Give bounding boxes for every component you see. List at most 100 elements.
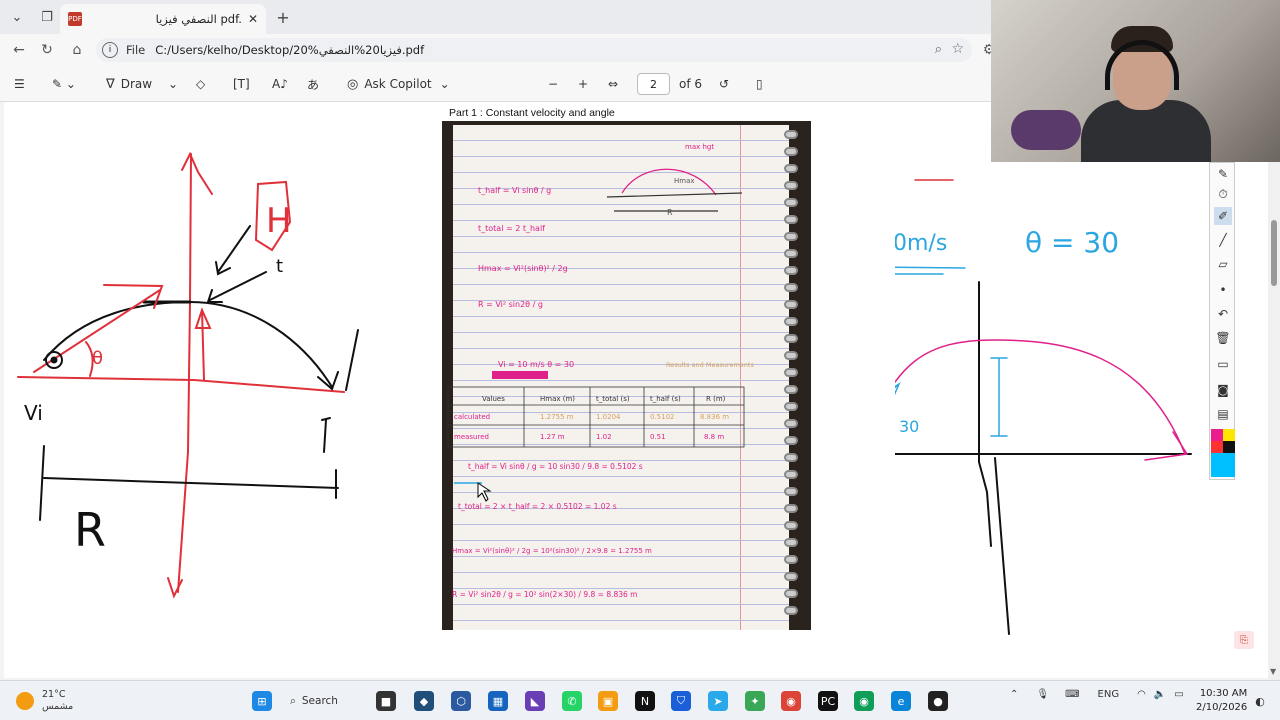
app-icon-7[interactable]: ✦	[745, 691, 765, 711]
eraser-tool-icon[interactable]: ▱	[1214, 255, 1232, 273]
visual-studio-icon[interactable]: ◣	[525, 691, 545, 711]
workspaces-icon[interactable]: ❐	[32, 2, 62, 32]
zoom-in-icon[interactable]: +	[578, 74, 588, 94]
highlight-icon[interactable]: ✎ ⌄	[52, 74, 76, 94]
left-page: H t θ Vi R	[4, 102, 372, 678]
tab-actions-chevron-icon[interactable]: ⌄	[2, 2, 32, 32]
draw-label: Draw	[120, 77, 153, 91]
page-total: of 6	[679, 77, 703, 91]
info-icon[interactable]: i	[102, 42, 118, 58]
color-pink-swatch[interactable]	[1211, 429, 1223, 441]
tab-pdf[interactable]: PDF النصفي فيزيا pdf. ✕	[60, 4, 266, 34]
pen-icon[interactable]: ✎	[1214, 165, 1232, 183]
app-icon-3[interactable]: ⬡	[451, 691, 471, 711]
fit-page-icon[interactable]: ⇔	[608, 74, 618, 94]
battery-icon[interactable]: ▭	[1174, 689, 1183, 700]
label-r: R	[74, 503, 106, 557]
zoom-icon[interactable]: ⌕	[935, 42, 942, 57]
reload-icon[interactable]: ↻	[32, 36, 62, 64]
taskbar-search[interactable]: ⌕ Search	[290, 690, 366, 712]
zoom-out-icon[interactable]: −	[548, 74, 558, 94]
annotation-toolbar: ✎ ⏱ ✐ ╱ ▱ • ↶ 🗑 ▭ ◙ ▤	[1209, 162, 1235, 480]
new-tab-button[interactable]: +	[272, 6, 294, 28]
notification-icon[interactable]: ◐	[1250, 691, 1270, 711]
tray-chevron-icon[interactable]: ⌃	[1010, 689, 1018, 700]
favorite-star-icon[interactable]: ☆	[951, 41, 964, 57]
rotate-icon[interactable]: ↺	[719, 74, 729, 94]
label-vi: Vi	[24, 401, 43, 425]
part-title: Part 1 : Constant velocity and angle	[449, 107, 615, 119]
close-tab-icon[interactable]: ✕	[248, 12, 258, 26]
address-path: C:/Users/kelho/Desktop/20%فيزيا20%النصفي…	[155, 43, 425, 57]
language-indicator[interactable]: ENG	[1098, 689, 1120, 700]
color-black-swatch[interactable]	[1223, 441, 1235, 453]
stopwatch-icon[interactable]: ⏱	[1214, 185, 1232, 203]
table-row1-thalf: 0.5102	[650, 413, 675, 421]
trash-icon[interactable]: 🗑	[1214, 329, 1232, 347]
clock-date: 2/10/2026	[1196, 702, 1248, 713]
weather-widget[interactable]: 21°C مشمس	[16, 689, 73, 713]
screen-icon[interactable]: ▭	[1214, 355, 1232, 373]
eraser-icon[interactable]: ◇	[196, 74, 205, 94]
color-cyan-swatch[interactable]	[1211, 453, 1235, 477]
label-t: t	[276, 256, 283, 277]
read-aloud-icon[interactable]: A♪	[272, 74, 288, 94]
telegram-icon[interactable]: ➤	[708, 691, 728, 711]
right-angle-eq: θ = 30	[1025, 226, 1119, 259]
highlighter-icon[interactable]: ✐	[1214, 207, 1232, 225]
webcam-overlay	[991, 0, 1280, 162]
vertical-scrollbar[interactable]: ▲ ▼	[1268, 102, 1280, 680]
sun-icon	[16, 692, 34, 710]
chrome-icon[interactable]: ◉	[781, 691, 801, 711]
taskbar-search-label: Search	[301, 695, 338, 707]
scroll-down-icon[interactable]: ▼	[1270, 667, 1276, 676]
translate-icon[interactable]: あ	[307, 74, 319, 94]
app-icon-8[interactable]: ●	[928, 691, 948, 711]
camera-icon[interactable]: ◙	[1214, 381, 1232, 399]
draw-dropdown-chevron-icon[interactable]: ⌄	[168, 77, 178, 91]
dot-icon[interactable]: •	[1214, 281, 1232, 299]
page-view-icon[interactable]: ▯	[756, 74, 763, 94]
ask-copilot-button[interactable]: ◎ Ask Copilot ⌄	[347, 74, 450, 94]
right-speed: 10m/s	[895, 231, 947, 256]
pdf-export-icon[interactable]: ⎘	[1234, 631, 1254, 649]
volume-icon[interactable]: 🔈	[1154, 689, 1166, 700]
color-red-swatch[interactable]	[1211, 441, 1223, 453]
app-icon-5[interactable]: ▣	[598, 691, 618, 711]
chrome-profile-icon[interactable]: ◉	[854, 691, 874, 711]
app-icon-1[interactable]: ■	[376, 691, 396, 711]
whatsapp-icon[interactable]: ✆	[562, 691, 582, 711]
keyboard-icon[interactable]: ⌨	[1065, 689, 1079, 700]
mic-icon[interactable]: 🎙	[1036, 689, 1049, 700]
address-input[interactable]: i File C:/Users/kelho/Desktop/20%فيزيا20…	[96, 38, 972, 62]
line-icon[interactable]: ╱	[1214, 231, 1232, 249]
clock[interactable]: 10:30 AM 2/10/2026	[1196, 687, 1247, 715]
page-number-input[interactable]: 2	[637, 73, 670, 95]
contents-icon[interactable]: ☰	[14, 74, 25, 94]
draw-button[interactable]: ∇ Draw ⌄	[106, 74, 178, 94]
edge-icon[interactable]: e	[891, 691, 911, 711]
color-yellow-swatch[interactable]	[1223, 429, 1235, 441]
tab-title: النصفي فيزيا pdf.	[155, 12, 242, 26]
table-row1-ttotal: 1.0204	[596, 413, 621, 421]
pycharm-icon[interactable]: PC	[818, 691, 838, 711]
table-row2-thalf: 0.51	[650, 433, 666, 441]
table-row1-r: 8.836 m	[700, 413, 729, 421]
notion-icon[interactable]: N	[635, 691, 655, 711]
clipboard-icon[interactable]: ▤	[1214, 405, 1232, 423]
home-icon[interactable]: ⌂	[62, 36, 92, 64]
table-header-ttotal: t_total (s)	[596, 395, 630, 403]
back-icon[interactable]: ←	[4, 36, 34, 64]
svg-text:Hmax: Hmax	[674, 177, 695, 185]
svg-text:R: R	[667, 208, 673, 217]
text-box-icon[interactable]: [T]	[233, 74, 250, 94]
undo-icon[interactable]: ↶	[1214, 305, 1232, 323]
note-eq3: Hmax = Vi²(sinθ)² / 2g	[478, 264, 568, 273]
app-icon-4[interactable]: ▦	[488, 691, 508, 711]
app-icon-2[interactable]: ◆	[414, 691, 434, 711]
app-icon-6[interactable]: ⛉	[671, 691, 691, 711]
wifi-icon[interactable]: ◠	[1137, 689, 1146, 700]
weather-temp: 21°C	[42, 689, 66, 700]
start-icon[interactable]: ⊞	[252, 691, 272, 711]
scroll-thumb[interactable]	[1271, 220, 1277, 286]
